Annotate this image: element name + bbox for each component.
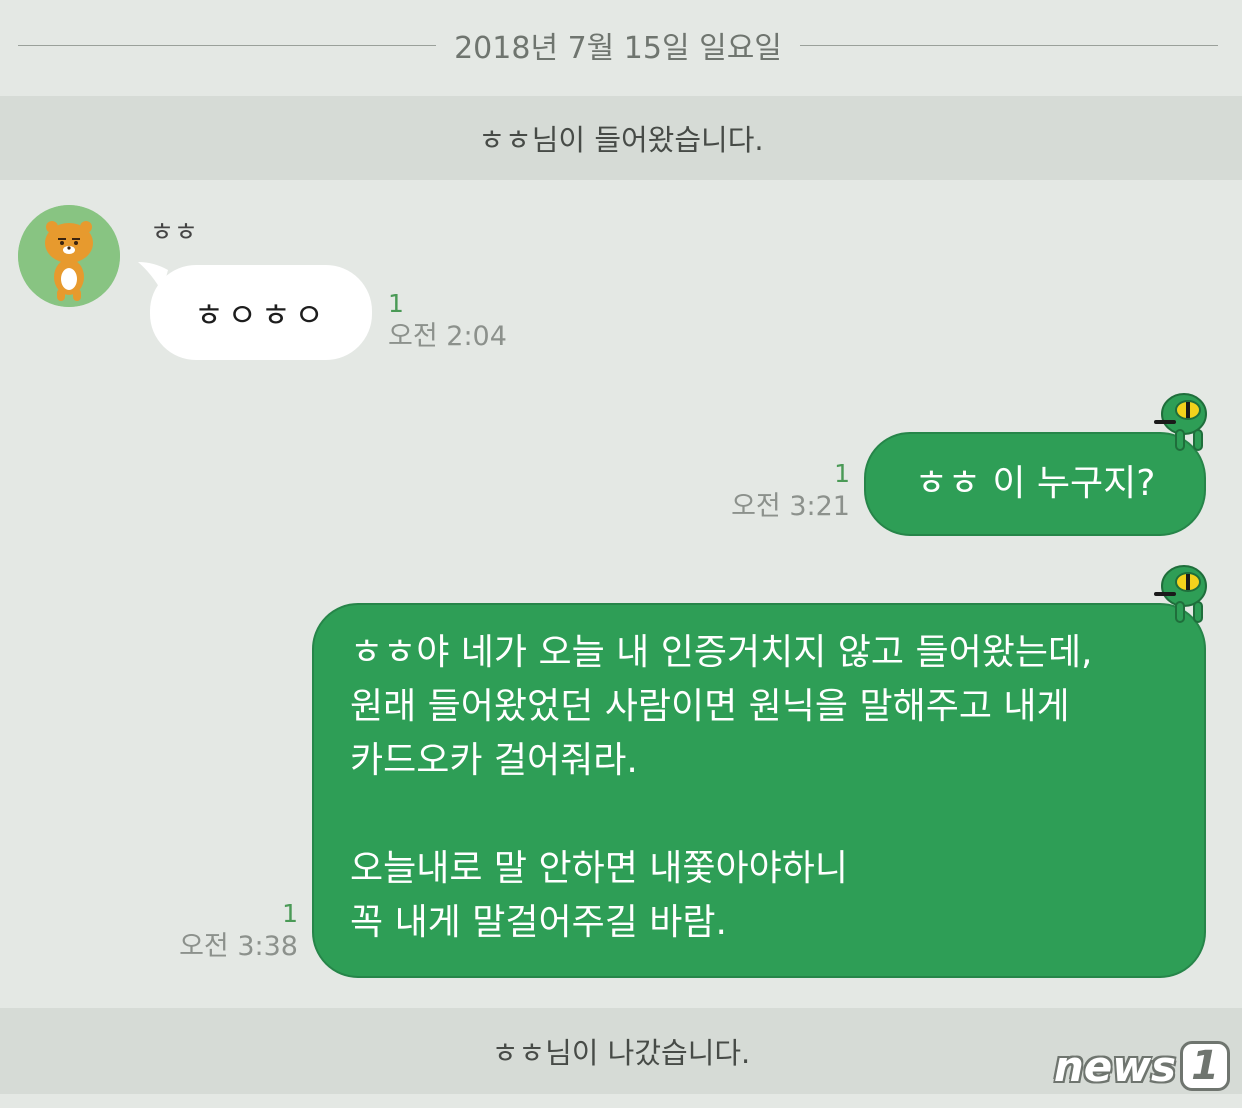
divider-line-right [799, 44, 1219, 46]
watermark-number: 1 [1180, 1041, 1230, 1091]
unread-count: 1 [282, 899, 298, 928]
frog-character-icon [1154, 565, 1207, 623]
sender-name: ㅎㅎ [150, 218, 198, 248]
outgoing-message-meta: 1 오전 3:21 [731, 458, 850, 524]
watermark-text: news [1053, 1041, 1176, 1091]
message-time: 오전 3:21 [731, 491, 850, 522]
news1-watermark-logo: news 1 [1054, 1038, 1230, 1094]
unread-count: 1 [834, 459, 850, 488]
outgoing-message-meta: 1 오전 3:38 [179, 898, 298, 964]
ryan-bear-avatar-icon[interactable] [18, 205, 120, 307]
incoming-message-bubble[interactable]: ㅎㅇㅎㅇ [150, 265, 372, 360]
incoming-message-meta: 1 오전 2:04 [388, 288, 507, 354]
frog-character-icon [1154, 393, 1207, 451]
message-text: ㅎㅇㅎㅇ [194, 295, 328, 334]
message-text: ㅎㅎ야 네가 오늘 내 인증거치지 않고 들어왔는데, 원래 들어왔었던 사람이… [350, 632, 1093, 943]
divider-line-left [18, 44, 437, 46]
message-text: ㅎㅎ 이 누구지? [914, 463, 1156, 504]
date-divider: 2018년 7월 15일 일요일 [18, 18, 1219, 72]
message-time: 오전 2:04 [388, 321, 507, 352]
system-message-joined: ㅎㅎ님이 들어왔습니다. [0, 96, 1242, 180]
outgoing-message-bubble[interactable]: ㅎㅎ야 네가 오늘 내 인증거치지 않고 들어왔는데, 원래 들어왔었던 사람이… [312, 603, 1206, 978]
message-time: 오전 3:38 [179, 931, 298, 962]
unread-count: 1 [388, 289, 404, 318]
date-label: 2018년 7월 15일 일요일 [454, 31, 782, 66]
